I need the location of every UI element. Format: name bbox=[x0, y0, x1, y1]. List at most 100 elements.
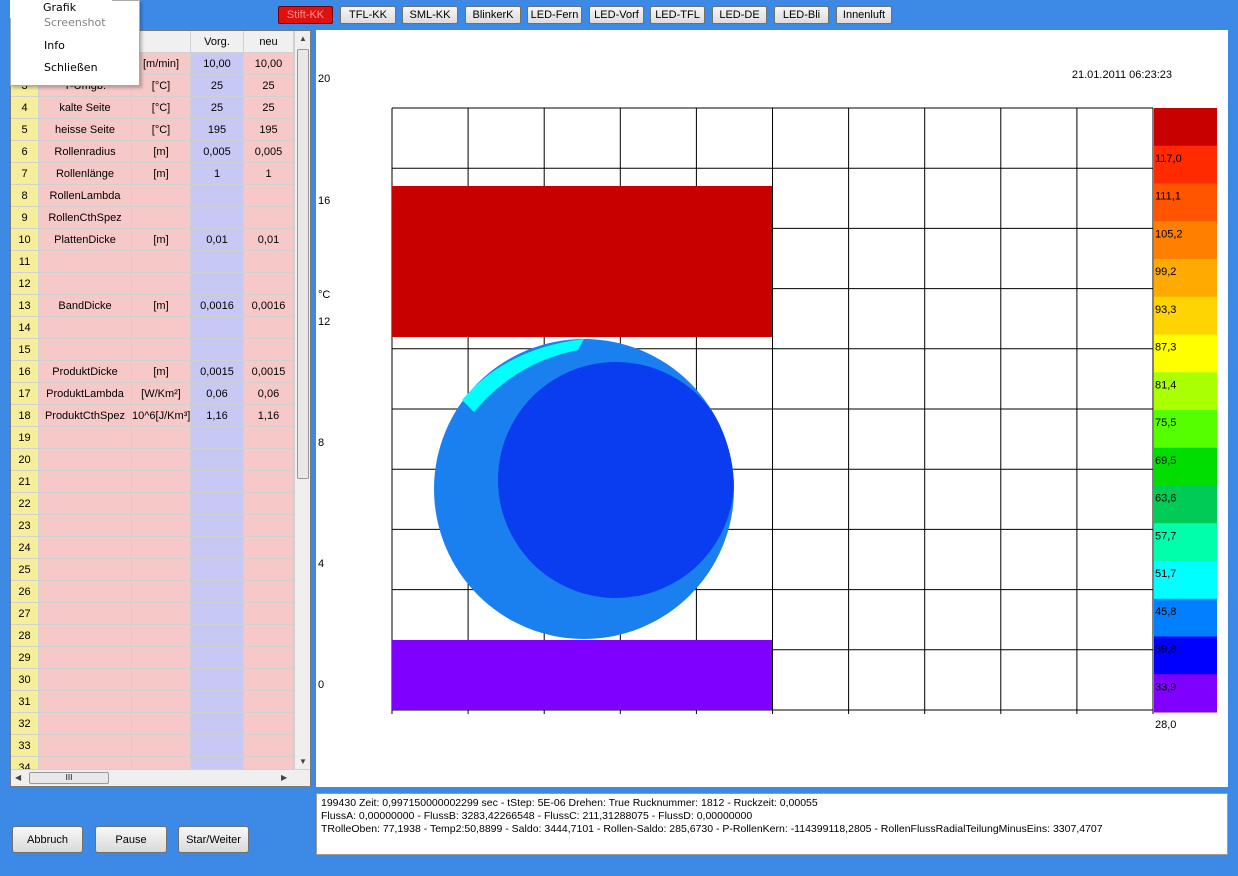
start-weiter-button[interactable]: Star/Weiter bbox=[178, 826, 249, 853]
param-vorg[interactable] bbox=[191, 339, 244, 361]
horizontal-scroll-thumb[interactable]: III bbox=[29, 772, 109, 784]
table-row[interactable]: 6 Rollenradius [m] 0,005 0,005 bbox=[11, 141, 294, 163]
param-vorg[interactable]: 10,00 bbox=[191, 53, 244, 75]
table-row[interactable]: 33 bbox=[11, 735, 294, 757]
param-vorg[interactable] bbox=[191, 185, 244, 207]
param-vorg[interactable] bbox=[191, 471, 244, 493]
param-neu[interactable] bbox=[244, 691, 294, 713]
table-row[interactable]: 30 bbox=[11, 669, 294, 691]
param-neu[interactable]: 10,00 bbox=[244, 53, 294, 75]
table-row[interactable]: 12 bbox=[11, 273, 294, 295]
table-row[interactable]: 16 ProduktDicke [m] 0,0015 0,0015 bbox=[11, 361, 294, 383]
table-row[interactable]: 25 bbox=[11, 559, 294, 581]
param-neu[interactable]: 0,0015 bbox=[244, 361, 294, 383]
param-vorg[interactable] bbox=[191, 647, 244, 669]
param-vorg[interactable]: 1,16 bbox=[191, 405, 244, 427]
table-row[interactable]: 9 RollenCthSpez bbox=[11, 207, 294, 229]
param-vorg[interactable] bbox=[191, 273, 244, 295]
param-vorg[interactable]: 25 bbox=[191, 97, 244, 119]
param-vorg[interactable] bbox=[191, 559, 244, 581]
param-neu[interactable]: 1 bbox=[244, 163, 294, 185]
param-vorg[interactable] bbox=[191, 515, 244, 537]
param-neu[interactable] bbox=[244, 537, 294, 559]
led-tfl-button[interactable]: LED-TFL bbox=[650, 6, 705, 24]
param-neu[interactable] bbox=[244, 339, 294, 361]
param-neu[interactable] bbox=[244, 185, 294, 207]
blinker-k-button[interactable]: BlinkerK bbox=[465, 6, 521, 24]
param-vorg[interactable]: 1 bbox=[191, 163, 244, 185]
param-neu[interactable]: 195 bbox=[244, 119, 294, 141]
scroll-up-icon[interactable]: ▲ bbox=[299, 34, 307, 43]
table-row[interactable]: 14 bbox=[11, 317, 294, 339]
menu-bar-item[interactable]: Grafik bbox=[10, 0, 112, 18]
innenluft-button[interactable]: Innenluft bbox=[836, 6, 892, 24]
param-neu[interactable] bbox=[244, 713, 294, 735]
param-vorg[interactable]: 0,06 bbox=[191, 383, 244, 405]
table-row[interactable]: 18 ProduktCthSpez 10^6[J/Km³] 1,16 1,16 bbox=[11, 405, 294, 427]
param-neu[interactable] bbox=[244, 757, 294, 769]
param-neu[interactable] bbox=[244, 273, 294, 295]
param-neu[interactable] bbox=[244, 515, 294, 537]
param-neu[interactable] bbox=[244, 449, 294, 471]
table-row[interactable]: 15 bbox=[11, 339, 294, 361]
param-vorg[interactable] bbox=[191, 493, 244, 515]
param-vorg[interactable] bbox=[191, 691, 244, 713]
table-row[interactable]: 21 bbox=[11, 471, 294, 493]
param-vorg[interactable] bbox=[191, 537, 244, 559]
param-neu[interactable] bbox=[244, 603, 294, 625]
param-neu[interactable]: 0,06 bbox=[244, 383, 294, 405]
pause-button[interactable]: Pause bbox=[95, 826, 167, 853]
led-vorf-button[interactable]: LED-Vorf bbox=[589, 6, 644, 24]
param-neu[interactable] bbox=[244, 207, 294, 229]
led-bli-button[interactable]: LED-Bli bbox=[774, 6, 829, 24]
param-vorg[interactable]: 25 bbox=[191, 75, 244, 97]
param-vorg[interactable] bbox=[191, 251, 244, 273]
table-row[interactable]: 19 bbox=[11, 427, 294, 449]
param-neu[interactable] bbox=[244, 471, 294, 493]
param-neu[interactable] bbox=[244, 647, 294, 669]
table-row[interactable]: 31 bbox=[11, 691, 294, 713]
param-vorg[interactable] bbox=[191, 317, 244, 339]
param-neu[interactable]: 25 bbox=[244, 97, 294, 119]
param-vorg[interactable] bbox=[191, 713, 244, 735]
param-neu[interactable] bbox=[244, 427, 294, 449]
scroll-down-icon[interactable]: ▼ bbox=[299, 757, 307, 766]
param-neu[interactable] bbox=[244, 559, 294, 581]
param-vorg[interactable] bbox=[191, 207, 244, 229]
table-row[interactable]: 4 kalte Seite [°C] 25 25 bbox=[11, 97, 294, 119]
param-vorg[interactable]: 0,0015 bbox=[191, 361, 244, 383]
param-vorg[interactable] bbox=[191, 581, 244, 603]
table-row[interactable]: 24 bbox=[11, 537, 294, 559]
table-row[interactable]: 13 BandDicke [m] 0,0016 0,0016 bbox=[11, 295, 294, 317]
param-neu[interactable]: 0,0016 bbox=[244, 295, 294, 317]
led-de-button[interactable]: LED-DE bbox=[712, 6, 767, 24]
table-row[interactable]: 7 Rollenlänge [m] 1 1 bbox=[11, 163, 294, 185]
param-neu[interactable] bbox=[244, 735, 294, 757]
table-row[interactable]: 5 heisse Seite [°C] 195 195 bbox=[11, 119, 294, 141]
table-row[interactable]: 23 bbox=[11, 515, 294, 537]
param-neu[interactable]: 1,16 bbox=[244, 405, 294, 427]
param-neu[interactable] bbox=[244, 625, 294, 647]
param-neu[interactable]: 25 bbox=[244, 75, 294, 97]
table-row[interactable]: 34 bbox=[11, 757, 294, 769]
menu-item-grafik[interactable]: Grafik bbox=[43, 1, 76, 14]
table-row[interactable]: 11 bbox=[11, 251, 294, 273]
table-row[interactable]: 8 RollenLambda bbox=[11, 185, 294, 207]
param-neu[interactable] bbox=[244, 493, 294, 515]
scroll-left-icon[interactable]: ◀ bbox=[15, 773, 21, 782]
menu-item-info[interactable]: Info bbox=[44, 39, 65, 52]
table-row[interactable]: 26 bbox=[11, 581, 294, 603]
param-neu[interactable] bbox=[244, 581, 294, 603]
menu-item-schliessen[interactable]: Schließen bbox=[44, 61, 98, 74]
table-row[interactable]: 27 bbox=[11, 603, 294, 625]
table-row[interactable]: 17 ProduktLambda [W/Km²] 0,06 0,06 bbox=[11, 383, 294, 405]
param-vorg[interactable] bbox=[191, 449, 244, 471]
tfl-kk-button[interactable]: TFL-KK bbox=[340, 6, 396, 24]
table-row[interactable]: 22 bbox=[11, 493, 294, 515]
abbruch-button[interactable]: Abbruch bbox=[12, 826, 83, 853]
param-neu[interactable] bbox=[244, 317, 294, 339]
scroll-right-icon[interactable]: ▶ bbox=[281, 773, 287, 782]
param-vorg[interactable]: 195 bbox=[191, 119, 244, 141]
param-neu[interactable] bbox=[244, 251, 294, 273]
param-vorg[interactable] bbox=[191, 735, 244, 757]
